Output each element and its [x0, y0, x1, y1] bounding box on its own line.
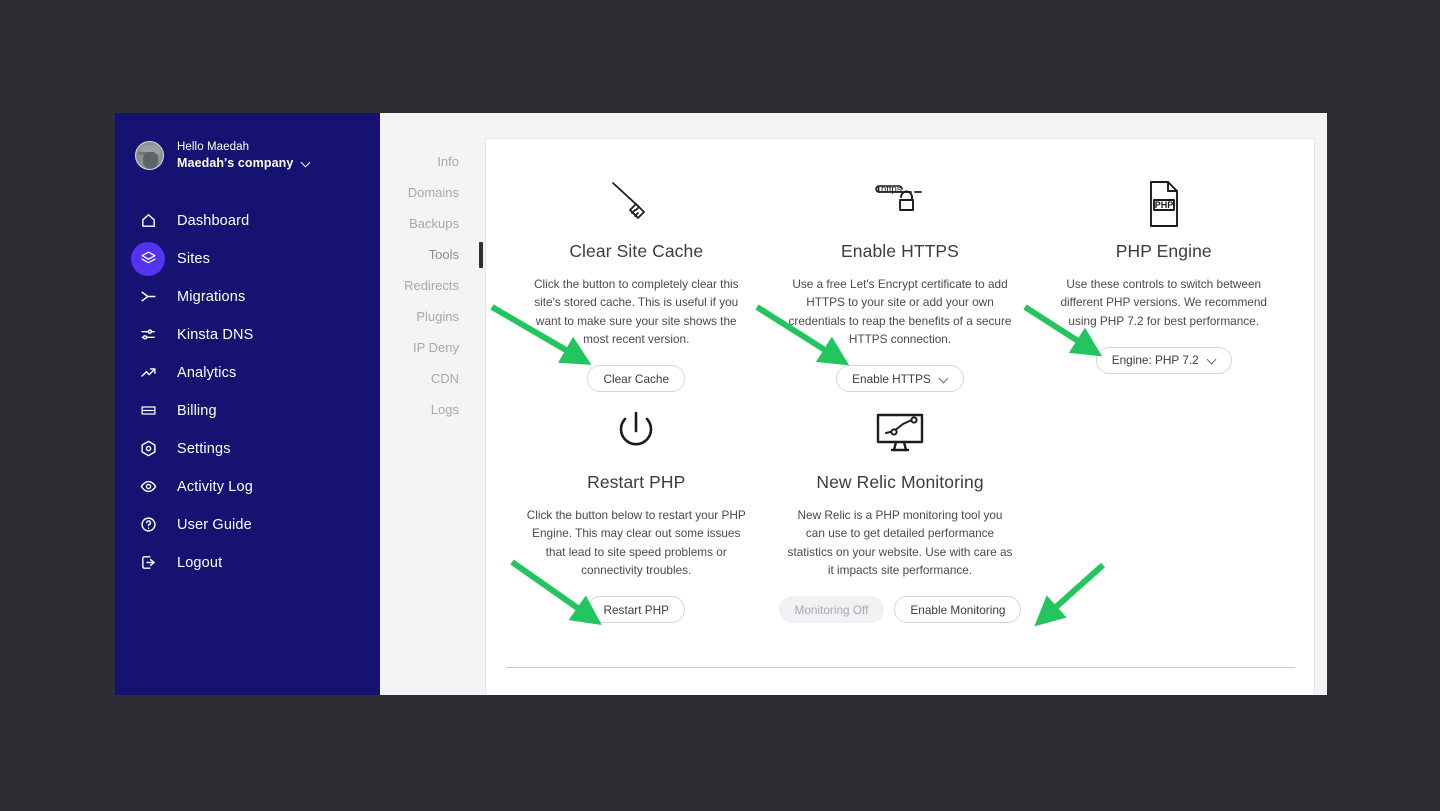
shuffle-icon [131, 318, 165, 352]
clear-cache-button[interactable]: Clear Cache [587, 365, 686, 393]
monitor-chart-icon [872, 404, 928, 466]
tool-title: New Relic Monitoring [816, 472, 984, 493]
sidebar-item-label: Dashboard [177, 212, 250, 229]
sidebar-item-sites[interactable]: Sites [115, 240, 380, 278]
tool-card-clear-site-cache: Clear Site Cache Click the button to comp… [508, 163, 765, 393]
tool-title: PHP Engine [1115, 241, 1212, 261]
sidebar-item-label: User Guide [177, 516, 252, 533]
question-circle-icon [131, 508, 165, 542]
sidebar-item-migrations[interactable]: Migrations [115, 278, 380, 316]
merge-arrow-icon [131, 280, 165, 314]
home-icon [131, 204, 165, 238]
tool-card-new-relic-monitoring: New Relic Monitoring New Relic is a PHP m… [765, 394, 1036, 624]
tools-grid: Clear Site Cache Click the button to comp… [486, 139, 1314, 624]
tool-actions: Engine: PHP 7.2 [1095, 346, 1232, 374]
sidebar-nav: Dashboard Sites Migrations Kinsta DNS Analyt… [115, 202, 380, 582]
tool-title: Enable HTTPS [841, 241, 959, 261]
button-label: Engine: PHP 7.2 [1111, 353, 1199, 368]
svg-text:PHP: PHP [1154, 200, 1173, 210]
app-window: Hello Maedah Maedah's company Dashboard S… [115, 113, 1327, 695]
tool-actions: Restart PHP [587, 596, 686, 624]
sidebar-item-label: Settings [177, 440, 231, 457]
tool-description: Use these controls to switch between dif… [1060, 277, 1267, 328]
sidebar-item-kinsta-dns[interactable]: Kinsta DNS [115, 316, 380, 354]
sidebar-item-logout[interactable]: Logout [115, 544, 380, 582]
subnav-item-logs[interactable]: Logs [380, 394, 477, 425]
tool-actions: Clear Cache [587, 365, 686, 393]
php-file-icon: PHP [1136, 173, 1192, 235]
restart-php-button[interactable]: Restart PHP [587, 596, 686, 624]
subnav-item-cdn[interactable]: CDN [380, 363, 477, 394]
tool-description: Use a free Let's Encrypt certificate to … [788, 277, 1012, 346]
content-divider [506, 667, 1295, 668]
sidebar-item-activity-log[interactable]: Activity Log [115, 468, 380, 506]
trending-up-icon [131, 356, 165, 390]
sidebar-item-analytics[interactable]: Analytics [115, 354, 380, 392]
subnav-item-backups[interactable]: Backups [380, 208, 477, 239]
broom-icon [608, 173, 664, 235]
tool-title: Clear Site Cache [569, 241, 704, 261]
subnav-item-redirects[interactable]: Redirects [380, 270, 477, 301]
layers-icon [131, 241, 165, 276]
tool-actions: Monitoring Off Enable Monitoring [778, 596, 1022, 624]
https-lock-icon: https [872, 173, 928, 235]
tool-actions: Enable HTTPS [836, 365, 964, 393]
secondary-nav: Info Domains Backups Tools Redirects Plugins I… [380, 113, 483, 695]
sidebar-item-dashboard[interactable]: Dashboard [115, 202, 380, 240]
tool-description: Click the button below to restart your P… [526, 508, 746, 577]
sidebar-item-label: Billing [177, 402, 217, 419]
enable-https-button[interactable]: Enable HTTPS [836, 365, 964, 393]
avatar [135, 140, 164, 170]
eye-icon [131, 470, 165, 504]
button-label: Monitoring Off [794, 602, 869, 617]
sidebar-item-user-guide[interactable]: User Guide [115, 506, 380, 544]
sidebar-item-settings[interactable]: Settings [115, 430, 380, 468]
chevron-down-icon[interactable] [302, 158, 310, 166]
subnav-item-domains[interactable]: Domains [380, 177, 477, 208]
button-label: Clear Cache [603, 371, 670, 386]
chevron-down-icon [940, 375, 948, 383]
tool-card-php-engine: PHP PHP Engine Use these controls to switc… [1035, 163, 1292, 392]
user-account-switcher[interactable]: Hello Maedah Maedah's company [115, 113, 380, 171]
primary-sidebar: Hello Maedah Maedah's company Dashboard S… [115, 113, 380, 695]
sidebar-item-label: Migrations [177, 288, 246, 305]
gear-hex-icon [131, 432, 165, 466]
svg-text:https: https [881, 184, 902, 195]
sidebar-item-billing[interactable]: Billing [115, 392, 380, 430]
sidebar-item-label: Logout [177, 554, 223, 571]
credit-card-icon [131, 394, 165, 428]
user-greeting: Hello Maedah [177, 141, 250, 153]
tool-card-enable-https: https Enable HTTPS Use a free Let's Encryp… [765, 163, 1036, 393]
tools-panel: Clear Site Cache Click the button to comp… [485, 138, 1315, 695]
sidebar-item-label: Kinsta DNS [177, 326, 254, 343]
sidebar-item-label: Analytics [177, 364, 237, 381]
engine-php-7-2-button[interactable]: Engine: PHP 7.2 [1095, 346, 1232, 374]
power-icon [608, 404, 664, 466]
subnav-item-plugins[interactable]: Plugins [380, 301, 477, 332]
monitoring-off-button: Monitoring Off [778, 596, 885, 624]
tool-description: Click the button to completely clear thi… [533, 277, 739, 346]
logout-icon [131, 546, 165, 580]
subnav-item-info[interactable]: Info [380, 146, 477, 177]
subnav-item-ip-deny[interactable]: IP Deny [380, 332, 477, 363]
tool-title: Restart PHP [587, 472, 686, 493]
tool-card-restart-php: Restart PHP Click the button below to res… [508, 394, 765, 624]
button-label: Enable HTTPS [852, 371, 931, 386]
subnav-item-tools[interactable]: Tools [380, 239, 483, 270]
button-label: Restart PHP [603, 602, 670, 617]
enable-monitoring-button[interactable]: Enable Monitoring [894, 596, 1022, 624]
sidebar-item-label: Activity Log [177, 478, 253, 495]
chevron-down-icon [1208, 356, 1216, 364]
sidebar-item-label: Sites [177, 250, 210, 267]
user-company-name: Maedah's company [177, 155, 294, 170]
tool-description: New Relic is a PHP monitoring tool you c… [787, 508, 1013, 577]
button-label: Enable Monitoring [910, 602, 1006, 617]
